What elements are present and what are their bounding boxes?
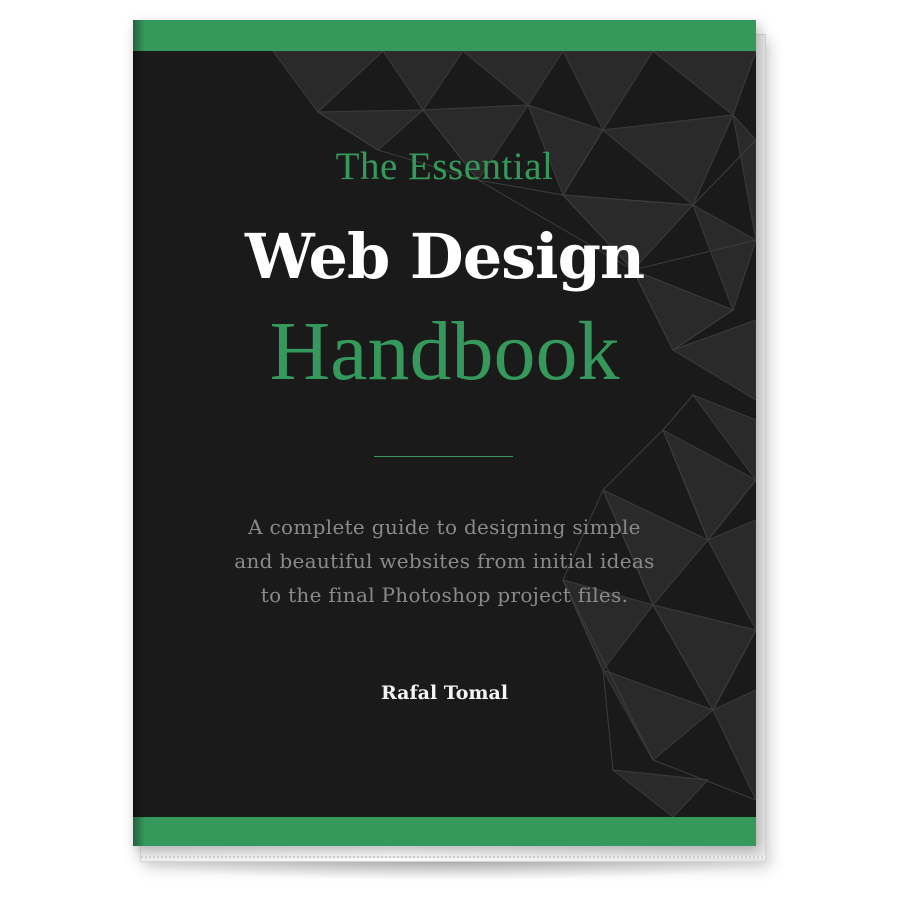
title-divider xyxy=(374,456,513,457)
book-description: A complete guide to designing simple and… xyxy=(133,510,756,612)
book-pre-title: The Essential xyxy=(335,145,554,188)
description-line: and beautiful websites from initial idea… xyxy=(234,549,655,573)
description-line: A complete guide to designing simple xyxy=(248,515,641,539)
cover-top-band xyxy=(133,20,756,51)
description-line: to the final Photoshop project files. xyxy=(260,583,629,607)
book-cover: The Essential Web Design Handbook A comp… xyxy=(133,20,756,846)
cover-bottom-band xyxy=(133,817,756,846)
book-subtitle: Handbook xyxy=(269,305,620,398)
book-author: Rafal Tomal xyxy=(380,682,509,704)
book-mockup-scene: The Essential Web Design Handbook A comp… xyxy=(0,0,900,900)
book-title: Web Design xyxy=(244,220,645,293)
